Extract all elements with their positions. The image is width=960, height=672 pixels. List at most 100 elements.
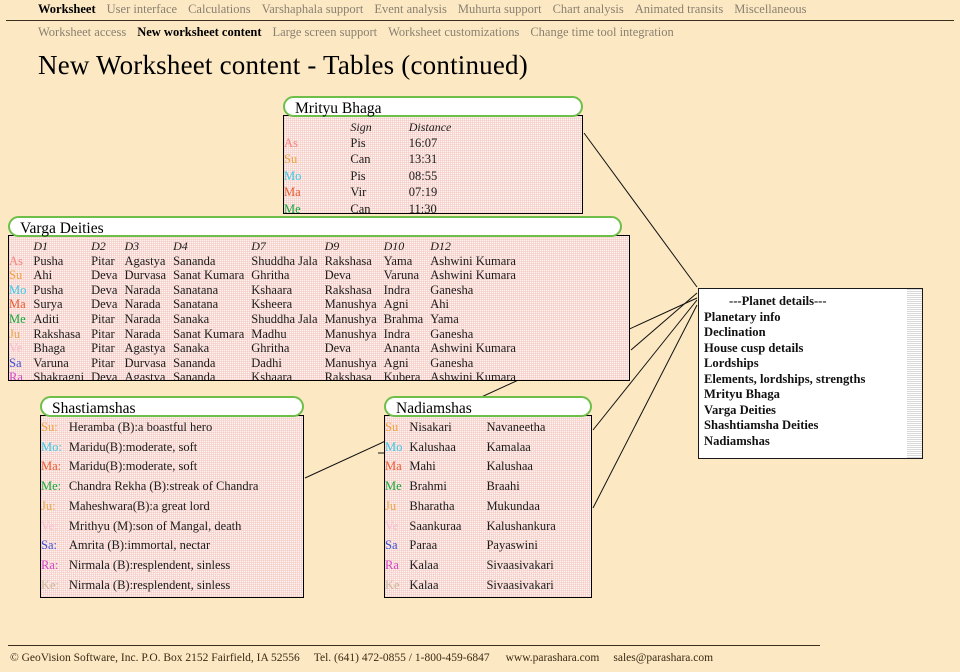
nadiamsha-primary: Nisakari	[409, 420, 452, 434]
planet-label: Ke	[385, 577, 400, 592]
subnav-item-1[interactable]: New worksheet content	[137, 25, 261, 40]
deity-value: Rakshasa	[33, 326, 81, 341]
planet-label: Su:	[41, 420, 58, 434]
planet-details-item-5[interactable]: Mrityu Bhaga	[702, 387, 906, 403]
deity-value: Durvasa	[124, 268, 167, 283]
sign-value: Can	[350, 201, 371, 214]
table-body: As Pusha Pitar Agastya Sananda Shuddha Jala Ra…	[9, 254, 523, 381]
table-head: Sign Distance	[284, 120, 458, 135]
shastiamsha-value: Mrithyu (M):son of Mangal, death	[68, 518, 242, 533]
col-D7: D7	[251, 239, 266, 253]
table-row: Su Nisakari Navaneetha	[385, 418, 563, 438]
deity-value: Ganesha	[430, 282, 474, 297]
deity-value: Kshaara	[251, 282, 293, 297]
planet-label: Mo	[284, 168, 302, 183]
planet-label: Ra	[385, 557, 399, 572]
table-mrityu-bhaga: Sign Distance As Pis 16:07 Su Can 13:31 Mo Pis 0…	[284, 120, 458, 214]
nadiamsha-primary: Bharatha	[409, 498, 455, 513]
table-row: Ma: Maridu(B):moderate, soft	[41, 457, 265, 477]
footer: © GeoVision Software, Inc. P.O. Box 2152…	[10, 652, 713, 664]
vertical-scrollbar[interactable]	[906, 289, 922, 458]
table-row: Ra Kalaa Sivaasivakari	[385, 556, 563, 576]
subnav-item-2[interactable]: Large screen support	[272, 25, 377, 40]
deity-value: Sanatana	[173, 282, 219, 297]
deity-value: Narada	[124, 311, 161, 326]
nav-item-0[interactable]: Worksheet	[38, 2, 96, 17]
table-row: Mo Pis 08:55	[284, 168, 458, 185]
planet-label: Su	[9, 268, 23, 283]
deity-value: Madhu	[251, 326, 287, 341]
col-distance: Distance	[408, 120, 452, 134]
planet-details-listbox[interactable]: ---Planet details--- Planetary info Declin…	[698, 288, 923, 459]
table-row: Ve: Mrithyu (M):son of Mangal, death	[41, 517, 265, 537]
deity-value: Sanat Kumara	[173, 326, 245, 341]
panel-caption-shastiamshas: Shastiamshas	[40, 396, 304, 417]
deity-value: Narada	[124, 297, 161, 312]
nav-item-5[interactable]: Muhurta support	[458, 2, 542, 17]
shastiamsha-value: Nirmala (B):resplendent, sinless	[68, 577, 231, 592]
planet-details-item-0[interactable]: Planetary info	[702, 310, 906, 326]
table-shastiamshas: Su: Heramba (B):a boastful hero Mo: Maridu(…	[41, 418, 265, 595]
deity-value: Deva	[91, 268, 118, 283]
planet-details-item-4[interactable]: Elements, lordships, strengths	[702, 372, 906, 388]
table-row: Ve Saankuraa Kalushankura	[385, 517, 563, 537]
panel-caption-varga-deities: Varga Deities	[8, 216, 622, 237]
nav-item-2[interactable]: Calculations	[188, 2, 251, 17]
subnav-item-0[interactable]: Worksheet access	[38, 25, 126, 40]
panel-body-nadiamshas: Su Nisakari Navaneetha Mo Kalushaa Kamalaa Ma M…	[384, 415, 592, 598]
panel-caption-nadiamshas: Nadiamshas	[384, 396, 592, 417]
planet-details-item-2[interactable]: House cusp details	[702, 341, 906, 357]
connector-varga	[630, 292, 698, 351]
distance-value: 16:07	[408, 135, 438, 150]
planet-details-item-1[interactable]: Declination	[702, 325, 906, 341]
deity-value: Yama	[430, 311, 459, 326]
planet-label: Mo:	[41, 439, 62, 454]
nadiamsha-secondary: Kalushaa	[486, 459, 533, 474]
distance-value: 08:55	[408, 168, 438, 183]
deity-value: Agastya	[124, 370, 166, 381]
nadiamsha-primary: Mahi	[409, 459, 436, 474]
deity-value: Kubera	[383, 370, 421, 381]
planet-details-item-6[interactable]: Varga Deities	[702, 403, 906, 419]
distance-value: 11:30	[408, 201, 437, 214]
nav-item-3[interactable]: Varshaphala support	[262, 2, 364, 17]
table-row: Ke Kalaa Sivaasivakari	[385, 576, 563, 596]
top-navigation: Worksheet User interface Calculations Varsh…	[0, 0, 960, 46]
table-body: Su Nisakari Navaneetha Mo Kalushaa Kamalaa Ma M…	[385, 418, 563, 595]
nadiamsha-secondary: Navaneetha	[486, 420, 546, 434]
nav-item-7[interactable]: Animated transits	[635, 2, 724, 17]
planet-details-item-8[interactable]: Nadiamshas	[702, 434, 906, 450]
footer-website[interactable]: www.parashara.com	[506, 652, 600, 664]
page-title: New Worksheet content - Tables (continue…	[38, 50, 528, 80]
nav-item-8[interactable]: Miscellaneous	[734, 2, 806, 17]
deity-value: Indra	[383, 326, 411, 341]
planet-details-item-3[interactable]: Lordships	[702, 356, 906, 372]
planet-label: Ma	[385, 459, 402, 474]
planet-details-list[interactable]: ---Planet details--- Planetary info Declin…	[699, 289, 906, 458]
deity-value: Ghritha	[251, 268, 290, 283]
deity-value: Varuna	[33, 355, 69, 370]
deity-value: Ashwini Kumara	[430, 268, 516, 283]
deity-value: Deva	[91, 282, 118, 297]
nav-item-6[interactable]: Chart analysis	[553, 2, 624, 17]
nadiamsha-secondary: Kamalaa	[486, 439, 531, 454]
table-row: As Pusha Pitar Agastya Sananda Shuddha Jala Ra…	[9, 254, 523, 269]
table-body: As Pis 16:07 Su Can 13:31 Mo Pis 08:55 Ma Vir 07:19…	[284, 135, 458, 214]
panel-caption-mrityu-bhaga: Mrityu Bhaga	[283, 96, 583, 117]
table-row: Me Can 11:30	[284, 201, 458, 214]
subnav-item-3[interactable]: Worksheet customizations	[388, 25, 519, 40]
planet-label: Mo	[9, 282, 27, 297]
subnav-item-4[interactable]: Change time tool integration	[530, 25, 673, 40]
planet-label: Ma	[284, 185, 301, 200]
planet-label: Ju	[9, 326, 21, 341]
planet-details-item-7[interactable]: Shashtiamsha Deities	[702, 418, 906, 434]
nav-item-1[interactable]: User interface	[107, 2, 177, 17]
table-body: Su: Heramba (B):a boastful hero Mo: Maridu(…	[41, 418, 265, 595]
deity-value: Pitar	[91, 311, 115, 326]
nadiamsha-secondary: Payaswini	[486, 538, 538, 553]
deity-value: Sanat Kumara	[173, 268, 245, 283]
deity-value: Ganesha	[430, 355, 474, 370]
nav-divider-rule	[6, 20, 954, 21]
nav-item-4[interactable]: Event analysis	[374, 2, 447, 17]
footer-email[interactable]: sales@parashara.com	[613, 652, 713, 664]
